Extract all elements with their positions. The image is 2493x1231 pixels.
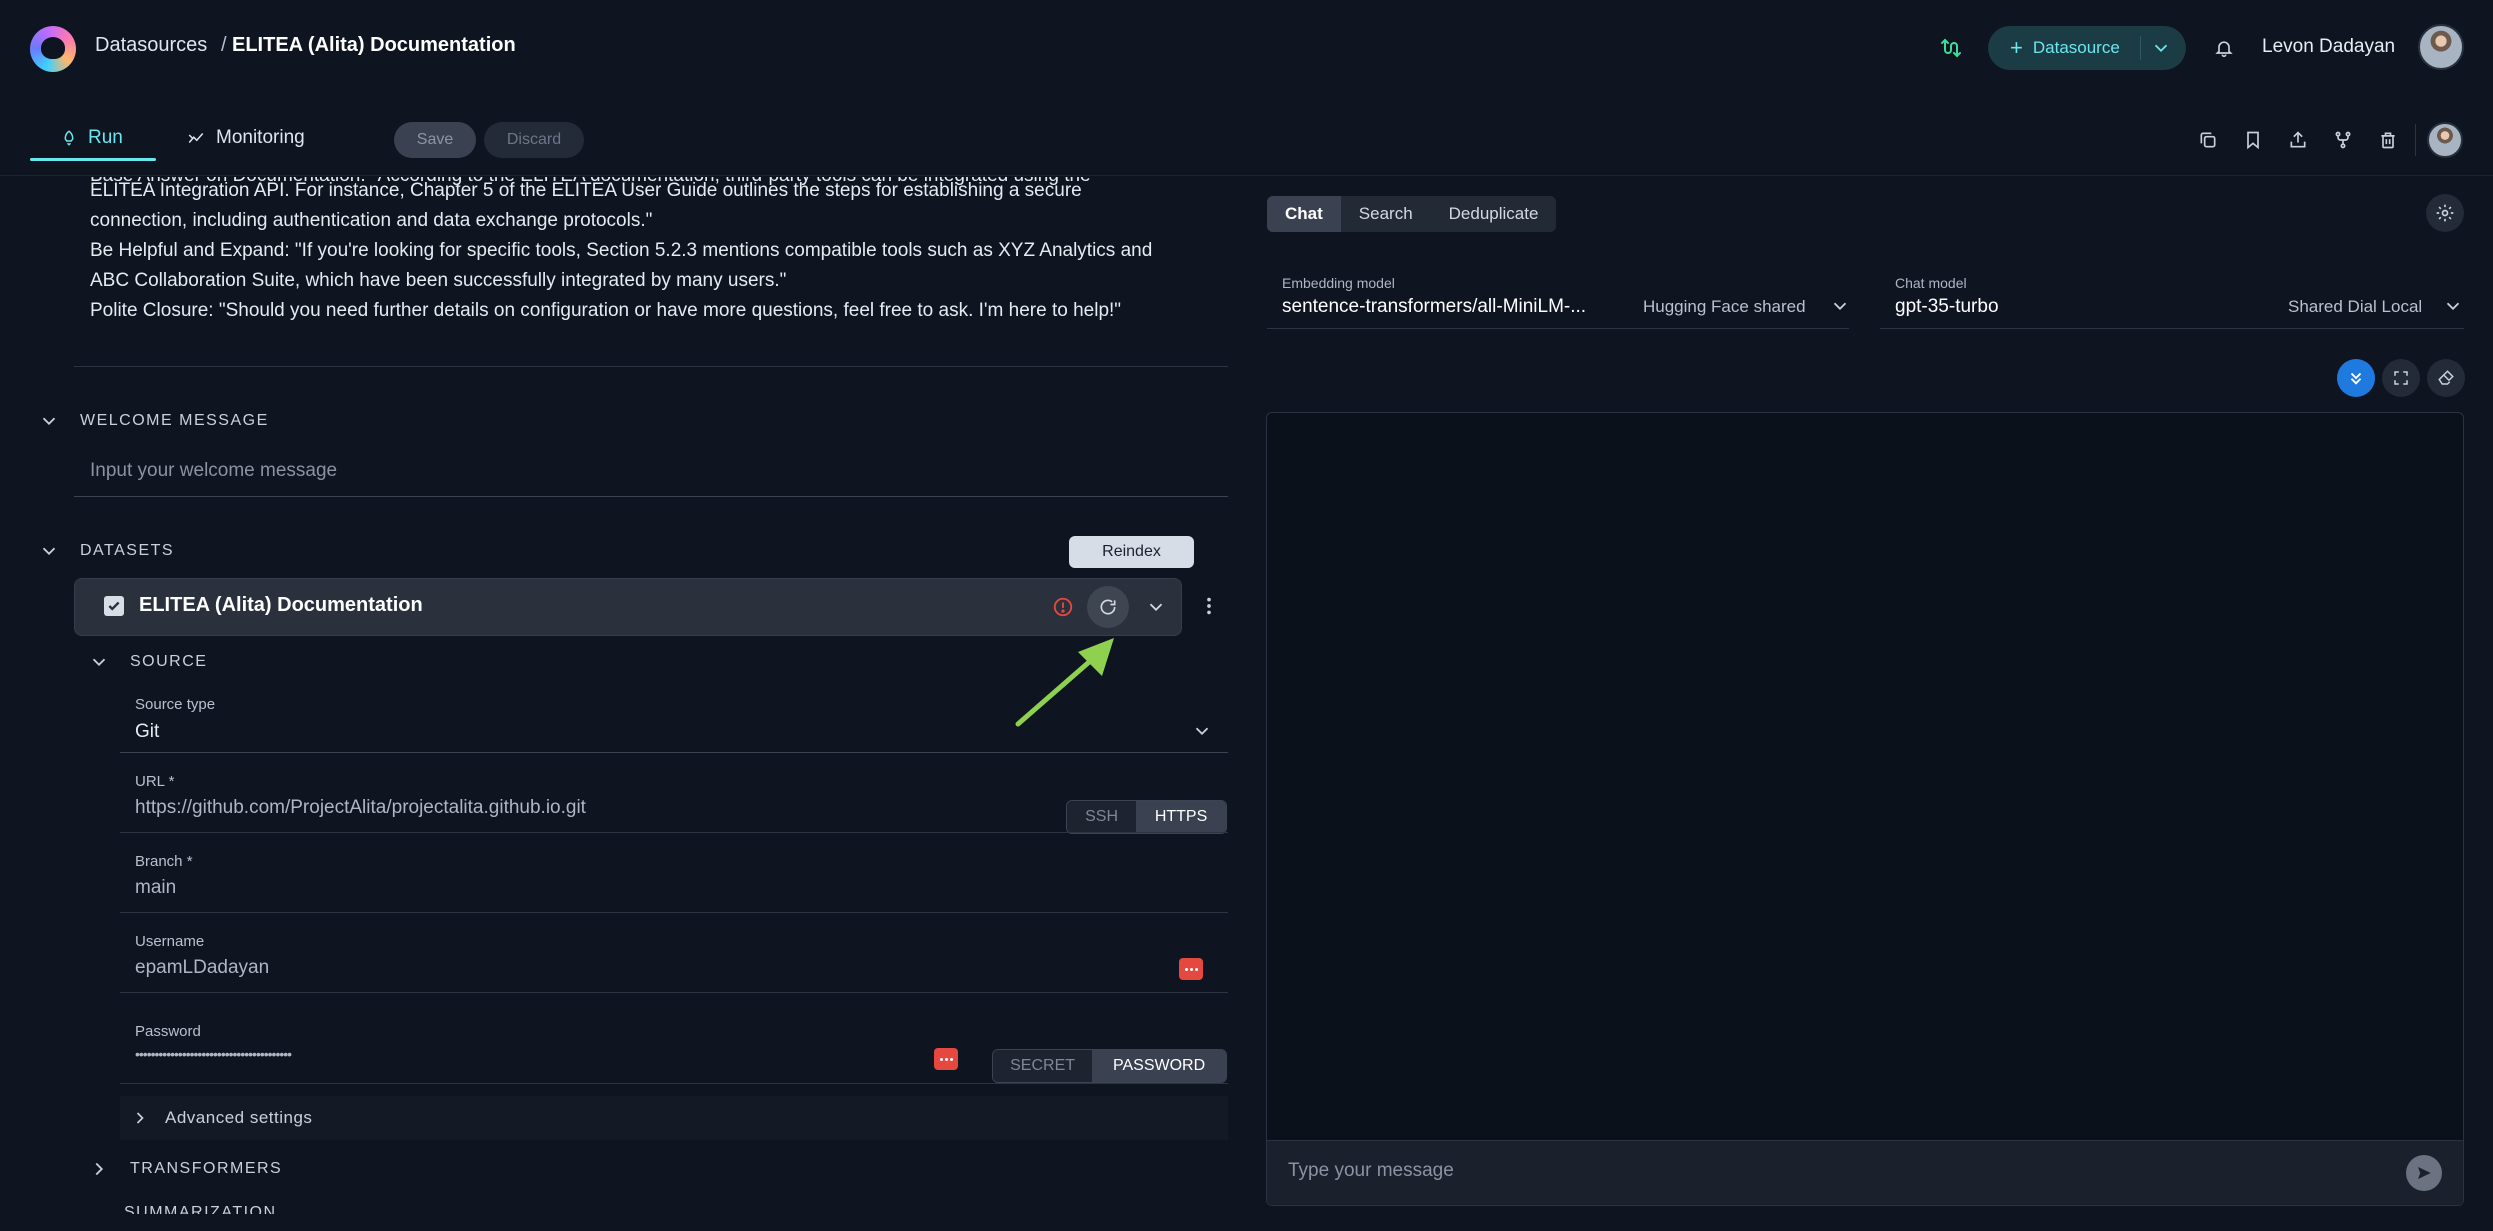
more-vertical-icon[interactable] <box>1198 594 1220 618</box>
user-name[interactable]: Levon Dadayan <box>2262 36 2395 58</box>
context-line: connection, including authentication and… <box>90 210 653 231</box>
transformers-section-toggle[interactable]: TRANSFORMERS <box>88 1158 282 1180</box>
source-section-toggle[interactable]: SOURCE <box>88 651 207 673</box>
embedding-provider: Hugging Face shared <box>1643 297 1806 316</box>
branch-input[interactable]: main <box>135 877 176 899</box>
fork-icon[interactable] <box>2323 120 2363 160</box>
rocket-icon <box>60 129 78 147</box>
chevron-down-icon[interactable] <box>1145 596 1167 618</box>
fullscreen-icon[interactable] <box>2382 359 2420 397</box>
username-input[interactable]: epamLDadayan <box>135 957 269 979</box>
owner-avatar[interactable] <box>2427 122 2463 158</box>
chevron-right-icon[interactable] <box>130 1108 150 1128</box>
flow-icon[interactable] <box>1930 28 1970 68</box>
password-manager-icon[interactable] <box>1179 958 1203 980</box>
source-section-title: SOURCE <box>130 653 208 670</box>
chat-provider: Shared Dial Local <box>2288 297 2423 316</box>
ssh-option[interactable]: SSH <box>1067 801 1137 833</box>
context-line: Polite Closure: "Should you need further… <box>90 300 1122 321</box>
segment-search[interactable]: Search <box>1341 196 1431 232</box>
check-icon <box>108 601 120 611</box>
chevron-right-icon <box>95 1162 104 1176</box>
settings-gear-icon[interactable] <box>2426 194 2464 232</box>
duplicate-icon[interactable] <box>2188 120 2228 160</box>
delete-icon[interactable] <box>2368 120 2408 160</box>
avatar[interactable] <box>2418 24 2464 70</box>
password-manager-icon[interactable] <box>934 1048 958 1070</box>
password-option[interactable]: PASSWORD <box>1092 1050 1226 1082</box>
welcome-message-input[interactable]: Input your welcome message <box>90 460 337 482</box>
clear-chat-icon[interactable] <box>2427 359 2465 397</box>
secret-option[interactable]: SECRET <box>993 1050 1093 1082</box>
embedding-model-label: Embedding model <box>1282 275 1395 291</box>
tab-monitoring-label: Monitoring <box>216 127 305 148</box>
annotation-arrow <box>1015 638 1114 727</box>
password-mode-toggle[interactable]: SECRET PASSWORD <box>992 1049 1227 1083</box>
plus-icon: + <box>2010 35 2023 60</box>
url-input[interactable]: https://github.com/ProjectAlita/projecta… <box>135 797 586 819</box>
source-type-label: Source type <box>135 696 216 713</box>
discard-button[interactable]: Discard <box>484 122 584 158</box>
embedding-model-select[interactable]: sentence-transformers/all-MiniLM-... <box>1282 296 1586 318</box>
source-type-select[interactable]: Git <box>135 721 159 743</box>
url-protocol-toggle[interactable]: SSH HTTPS <box>1066 800 1227 834</box>
export-icon[interactable] <box>2278 120 2318 160</box>
save-button[interactable]: Save <box>394 122 476 158</box>
context-line: ABC Collaboration Suite, which have been… <box>90 270 787 291</box>
username-label: Username <box>135 933 205 950</box>
chat-model-label: Chat model <box>1895 275 1967 291</box>
add-datasource-label: Datasource <box>2032 38 2120 57</box>
welcome-section-title: WELCOME MESSAGE <box>80 412 269 429</box>
transformers-section-title: TRANSFORMERS <box>130 1160 283 1177</box>
chevron-down-icon <box>42 417 56 426</box>
context-text[interactable]: ELITEA Integration API. For instance, Ch… <box>90 176 1230 326</box>
welcome-section-toggle[interactable]: WELCOME MESSAGE <box>38 410 269 432</box>
active-tab-indicator <box>30 158 156 161</box>
chevron-down-icon <box>42 547 56 556</box>
segment-deduplicate[interactable]: Deduplicate <box>1431 196 1557 232</box>
chevron-down-icon[interactable] <box>2150 37 2172 59</box>
add-datasource-button[interactable]: + Datasource <box>1988 26 2186 70</box>
dataset-name: ELITEA (Alita) Documentation <box>139 594 423 616</box>
bookmark-icon[interactable] <box>2233 120 2273 160</box>
password-input[interactable]: •••••••••••••••••••••••••••••••••••••••• <box>135 1046 292 1062</box>
reindex-button[interactable] <box>1087 586 1129 628</box>
datasets-section-title: DATASETS <box>80 542 175 559</box>
summarization-section-cut: SUMMARIZATION <box>124 1204 277 1214</box>
page-title: ELITEA (Alita) Documentation <box>232 34 516 56</box>
tab-run[interactable]: Run <box>60 127 123 149</box>
chevron-down-icon[interactable] <box>1829 295 1851 317</box>
advanced-settings-toggle[interactable]: Advanced settings <box>165 1108 312 1128</box>
breadcrumb-datasources[interactable]: Datasources <box>95 34 207 57</box>
chat-model-select[interactable]: gpt-35-turbo <box>1895 296 1999 318</box>
url-label: URL * <box>135 773 175 790</box>
app-logo[interactable] <box>30 26 76 72</box>
branch-label: Branch * <box>135 853 193 870</box>
https-option[interactable]: HTTPS <box>1136 801 1226 833</box>
context-line: ELITEA Integration API. For instance, Ch… <box>90 180 1082 201</box>
segment-chat[interactable]: Chat <box>1267 196 1341 232</box>
send-icon[interactable] <box>2406 1155 2442 1191</box>
chat-messages-area[interactable] <box>1266 412 2464 1206</box>
chevron-down-icon[interactable] <box>2442 295 2464 317</box>
dataset-checkbox[interactable] <box>104 596 124 616</box>
chart-icon <box>186 129 206 147</box>
chat-message-input[interactable]: Type your message <box>1288 1160 1454 1182</box>
scroll-down-icon[interactable] <box>2337 359 2375 397</box>
tab-run-label: Run <box>88 127 123 148</box>
chevron-down-icon <box>92 658 106 667</box>
error-icon[interactable] <box>1052 596 1074 618</box>
reindex-tooltip: Reindex <box>1069 536 1194 568</box>
tab-monitoring[interactable]: Monitoring <box>186 127 305 149</box>
chevron-down-icon[interactable] <box>1191 720 1213 742</box>
mode-segmented-control[interactable]: Chat Search Deduplicate <box>1267 196 1557 232</box>
refresh-icon <box>1100 599 1116 615</box>
breadcrumb-separator: / <box>221 34 227 56</box>
datasets-section-toggle[interactable]: DATASETS <box>38 540 174 562</box>
password-label: Password <box>135 1023 201 1040</box>
context-line: Be Helpful and Expand: "If you're lookin… <box>90 240 1153 261</box>
bell-icon[interactable] <box>2204 28 2244 68</box>
